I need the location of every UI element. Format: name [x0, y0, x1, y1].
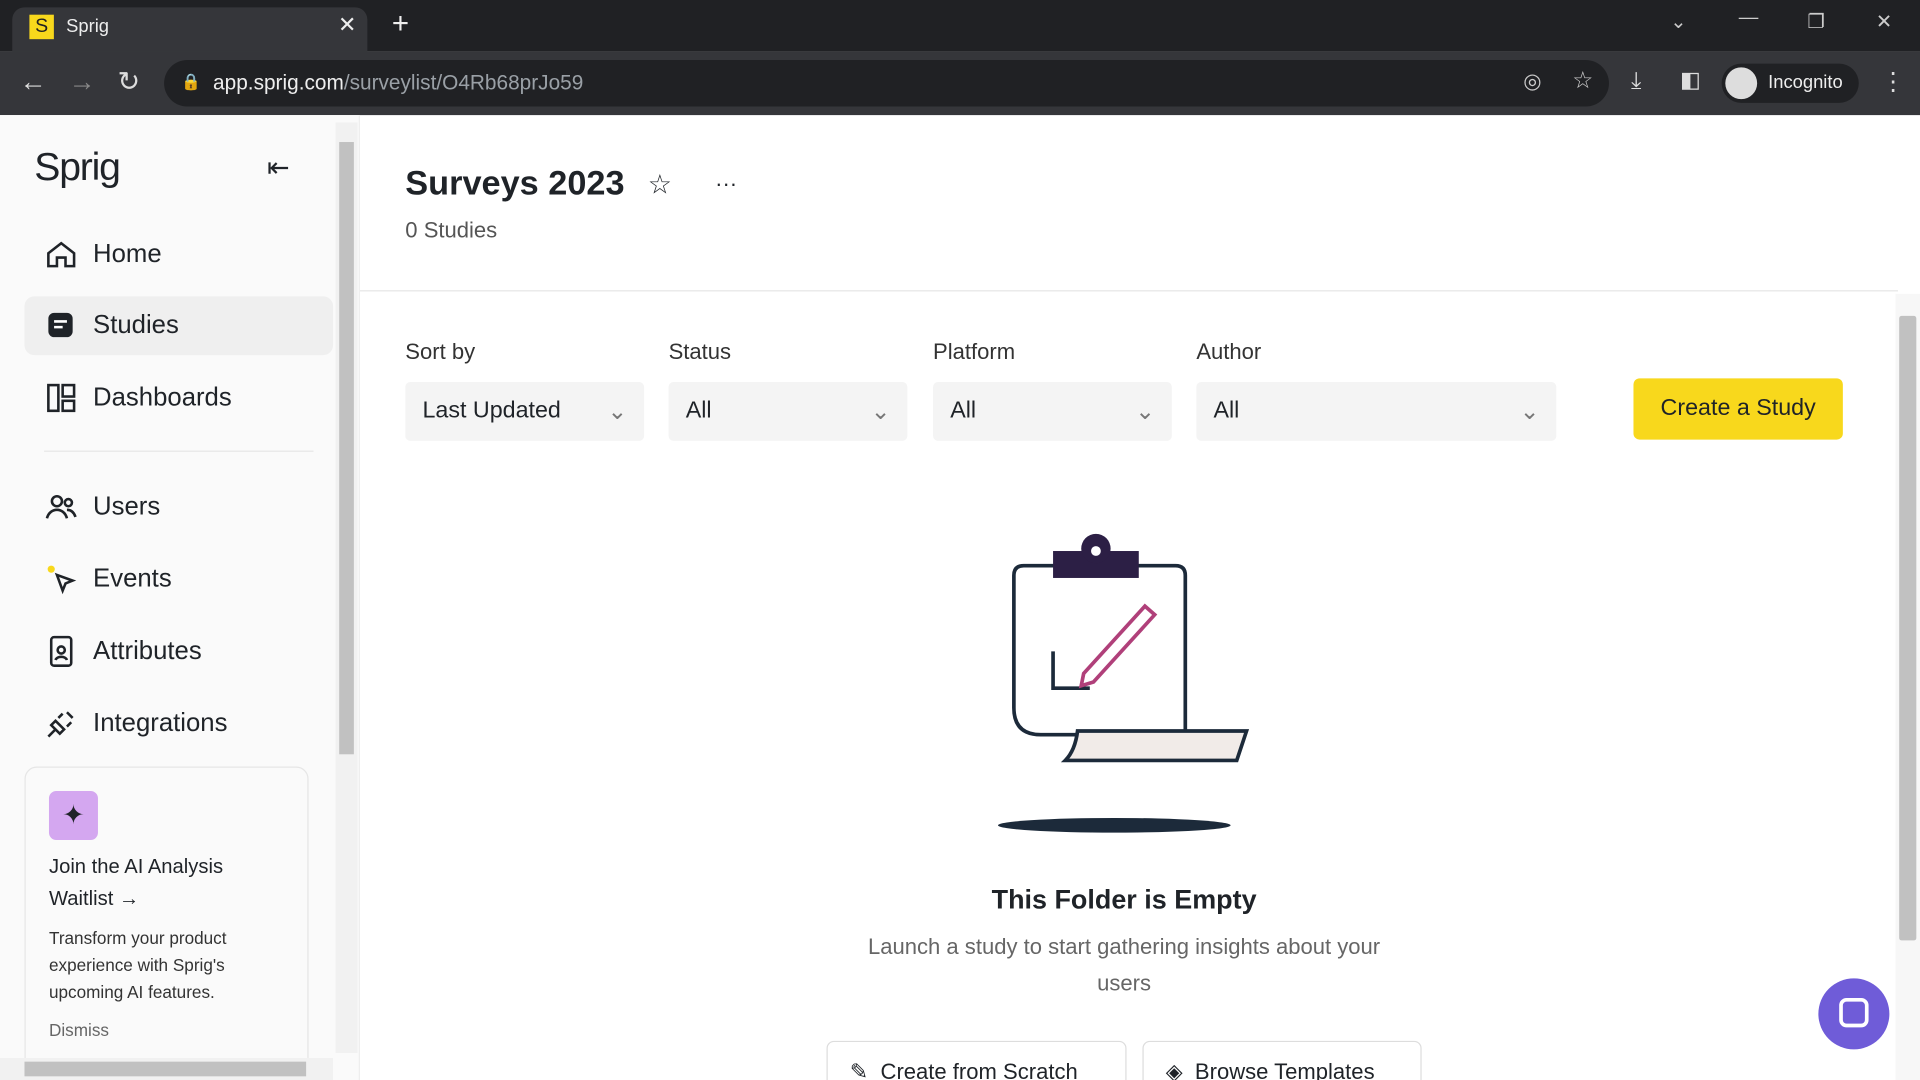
sidebar-scrollbar[interactable] — [335, 122, 358, 1054]
minimize-icon[interactable]: — — [1739, 7, 1759, 29]
nav-label: Home — [93, 240, 162, 269]
status-value: All — [685, 397, 712, 424]
nav-label: Integrations — [93, 708, 228, 738]
new-tab-icon[interactable]: + — [392, 7, 409, 41]
chevron-down-icon: ⌄ — [1519, 398, 1540, 425]
integrations-icon — [47, 711, 74, 738]
author-value: All — [1213, 397, 1240, 424]
events-icon — [47, 565, 77, 595]
tab-title: Sprig — [66, 15, 110, 37]
sidepanel-icon[interactable]: ◧ — [1680, 67, 1701, 93]
create-study-label: Create a Study — [1660, 395, 1816, 422]
empty-clipboard-illustration — [997, 533, 1250, 833]
platform-select[interactable]: All ⌄ — [933, 382, 1172, 441]
layers-icon: ◈ — [1165, 1058, 1183, 1080]
author-label: Author — [1196, 339, 1262, 364]
platform-value: All — [950, 397, 977, 424]
chevron-down-icon: ⌄ — [870, 398, 891, 425]
promo-body: Transform your product experience with S… — [48, 928, 227, 1002]
sidebar-hscrollbar[interactable] — [0, 1057, 334, 1080]
restore-icon[interactable]: ❐ — [1807, 10, 1825, 34]
forward-icon[interactable]: → — [69, 66, 96, 98]
nav-label: Attributes — [93, 636, 202, 665]
empty-body: Launch a study to start gathering insigh… — [867, 934, 1381, 996]
favicon: S — [29, 14, 54, 40]
browser-menu-icon[interactable]: ⋮ — [1881, 66, 1905, 97]
header-divider — [360, 290, 1898, 292]
chevron-down-icon: ⌄ — [1135, 398, 1155, 425]
ai-sparkle-icon: ✦ — [48, 791, 98, 841]
incognito-icon — [1725, 67, 1758, 100]
lock-icon: 🔒 — [181, 72, 202, 91]
logo: Sprig — [34, 144, 121, 189]
sort-value: Last Updated — [422, 397, 561, 424]
chat-icon — [1839, 997, 1869, 1028]
nav-label: Users — [93, 492, 161, 521]
status-select[interactable]: All ⌄ — [668, 382, 908, 441]
url-path: /surveylist/O4Rb68prJo59 — [343, 71, 584, 95]
url-host: app.sprig.com — [213, 71, 344, 95]
templates-label: Browse Templates — [1194, 1058, 1375, 1080]
main-scrollbar[interactable] — [1895, 293, 1920, 1080]
sort-select[interactable]: Last Updated ⌄ — [405, 382, 645, 441]
status-label: Status — [668, 339, 732, 364]
ai-promo-card: ✦ Join the AI Analysis Waitlist → Transf… — [24, 766, 309, 1080]
study-count: 0 Studies — [405, 217, 498, 243]
create-from-scratch-button[interactable]: ✎ Create from Scratch — [826, 1040, 1127, 1080]
sidebar-item-home[interactable]: Home — [24, 225, 333, 284]
url: app.sprig.com/surveylist/O4Rb68prJo59 — [213, 71, 583, 95]
tab-search-icon[interactable]: ⌄ — [1670, 10, 1686, 34]
studies-icon — [48, 312, 73, 338]
browse-templates-button[interactable]: ◈ Browse Templates — [1142, 1040, 1422, 1080]
more-options-button[interactable]: ··· — [715, 171, 737, 197]
window-close-icon[interactable]: ✕ — [1876, 10, 1892, 34]
profile-label: Incognito — [1768, 72, 1843, 94]
platform-label: Platform — [933, 339, 1016, 364]
browser-tab[interactable]: S Sprig ✕ — [12, 7, 368, 52]
dismiss-link[interactable]: Dismiss — [49, 1020, 109, 1040]
dashboards-icon — [47, 383, 76, 413]
tracking-icon[interactable]: ◎ — [1523, 70, 1541, 94]
sort-label: Sort by — [405, 339, 476, 364]
nav-label: Events — [93, 564, 172, 593]
pencil-icon: ✎ — [849, 1058, 869, 1080]
author-select[interactable]: All ⌄ — [1196, 382, 1557, 441]
users-icon — [45, 494, 77, 519]
divider — [44, 450, 314, 452]
nav-label: Studies — [93, 311, 179, 340]
back-icon[interactable]: ← — [20, 66, 47, 98]
attributes-icon — [49, 635, 73, 668]
address-bar[interactable]: 🔒 app.sprig.com/surveylist/O4Rb68prJo59 … — [164, 60, 1609, 107]
sidebar-item-studies[interactable]: Studies — [24, 296, 334, 356]
sidebar-item-dashboards[interactable]: Dashboards — [24, 369, 333, 428]
page-title: Surveys 2023 — [405, 164, 625, 203]
scratch-label: Create from Scratch — [880, 1058, 1078, 1080]
chat-launcher-button[interactable] — [1818, 978, 1890, 1050]
sidebar-item-integrations[interactable]: Integrations — [24, 694, 333, 753]
download-icon[interactable]: ⤓ — [1631, 69, 1641, 96]
sidebar-item-attributes[interactable]: Attributes — [24, 622, 333, 681]
favorite-star-icon[interactable]: ☆ — [648, 169, 672, 201]
reload-icon[interactable]: ↻ — [118, 66, 141, 98]
sidebar-item-users[interactable]: Users — [24, 478, 333, 537]
sidebar-item-events[interactable]: Events — [24, 550, 333, 609]
profile-chip[interactable]: Incognito — [1721, 63, 1859, 103]
create-study-button[interactable]: Create a Study — [1633, 378, 1843, 440]
collapse-sidebar-icon[interactable]: ⇤ — [267, 152, 290, 184]
chevron-down-icon: ⌄ — [607, 398, 627, 425]
promo-title[interactable]: Join the AI Analysis Waitlist → — [49, 851, 282, 915]
sidebar: Sprig ⇤ Home Studies Dashboards Users Ev… — [0, 115, 361, 1080]
bookmark-star-icon[interactable]: ☆ — [1572, 67, 1593, 95]
close-tab-icon[interactable]: ✕ — [338, 12, 356, 38]
home-icon — [47, 241, 76, 268]
empty-title: This Folder is Empty — [991, 884, 1257, 915]
nav-label: Dashboards — [93, 383, 232, 412]
